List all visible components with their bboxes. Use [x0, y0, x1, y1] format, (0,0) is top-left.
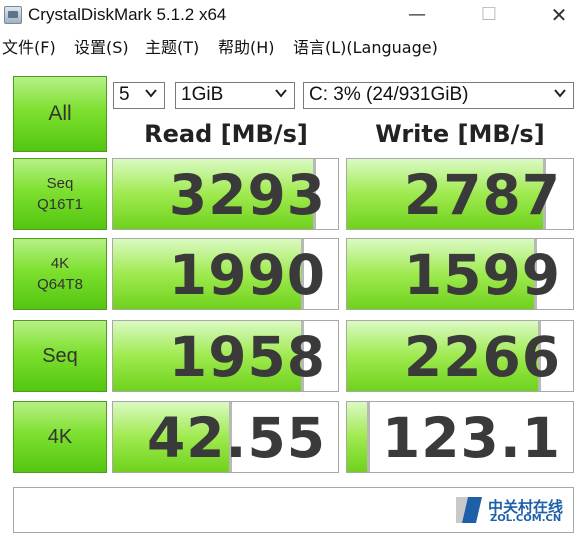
4k-q64t8-read-cell: 1990	[112, 238, 339, 310]
result-value: 1990	[168, 243, 326, 307]
seq-button[interactable]: Seq	[13, 320, 107, 392]
4k-button[interactable]: 4K	[13, 401, 107, 473]
row-label-line1: 4K	[50, 255, 70, 272]
result-value: 2266	[403, 325, 561, 389]
chevron-down-icon	[145, 89, 157, 98]
chevron-down-icon	[275, 89, 287, 98]
4k-q64t8-button[interactable]: 4K Q64T8	[13, 238, 107, 310]
zol-watermark: 中关村在线 ZOL.COM.CN	[452, 494, 572, 528]
app-icon	[4, 6, 22, 24]
menu-bar: 文件(F) 设置(S) 主题(T) 帮助(H) 语言(L)(Language)	[0, 36, 576, 62]
maximize-button[interactable]: ☐	[466, 0, 512, 32]
seq-write-cell: 2266	[346, 320, 574, 392]
result-value: 1958	[168, 325, 326, 389]
row-label-line1: 4K	[47, 425, 73, 448]
zol-logo-icon	[456, 497, 482, 523]
result-value: 3293	[168, 163, 326, 227]
menu-theme[interactable]: 主题(T)	[145, 37, 199, 59]
result-value: 2787	[403, 163, 561, 227]
4k-read-cell: 42.55	[112, 401, 339, 473]
result-value: 123.1	[382, 406, 561, 470]
seq-read-cell: 1958	[112, 320, 339, 392]
read-column-header: Read [MB/s]	[144, 120, 308, 148]
result-bar	[347, 402, 370, 472]
window-title: CrystalDiskMark 5.1.2 x64	[28, 5, 227, 24]
seq-q16t1-button[interactable]: Seq Q16T1	[13, 158, 107, 230]
all-button[interactable]: All	[13, 76, 107, 152]
row-label-line1: Seq	[46, 175, 74, 192]
result-value: 42.55	[147, 406, 326, 470]
test-count-value: 5	[119, 84, 130, 105]
chevron-down-icon	[554, 89, 566, 98]
seq-q16t1-write-cell: 2787	[346, 158, 574, 230]
watermark-subtext: ZOL.COM.CN	[490, 513, 562, 524]
4k-q64t8-write-cell: 1599	[346, 238, 574, 310]
menu-language[interactable]: 语言(L)(Language)	[293, 37, 438, 59]
test-size-select[interactable]: 1GiB	[175, 82, 295, 109]
drive-select[interactable]: C: 3% (24/931GiB)	[303, 82, 574, 109]
menu-file[interactable]: 文件(F)	[2, 37, 56, 59]
test-count-select[interactable]: 5	[113, 82, 165, 109]
seq-q16t1-read-cell: 3293	[112, 158, 339, 230]
close-button[interactable]: ✕	[536, 0, 576, 32]
row-label-line2: Q64T8	[37, 276, 83, 293]
row-label-line1: Seq	[42, 344, 78, 367]
result-value: 1599	[403, 243, 561, 307]
test-size-value: 1GiB	[181, 84, 224, 105]
drive-value: C: 3% (24/931GiB)	[309, 84, 469, 105]
4k-write-cell: 123.1	[346, 401, 574, 473]
title-bar: CrystalDiskMark 5.1.2 x64 — ☐ ✕	[0, 0, 576, 32]
minimize-button[interactable]: —	[394, 0, 440, 32]
menu-settings[interactable]: 设置(S)	[74, 37, 129, 59]
row-label-line2: Q16T1	[37, 196, 83, 213]
menu-help[interactable]: 帮助(H)	[218, 37, 275, 59]
write-column-header: Write [MB/s]	[375, 120, 545, 148]
